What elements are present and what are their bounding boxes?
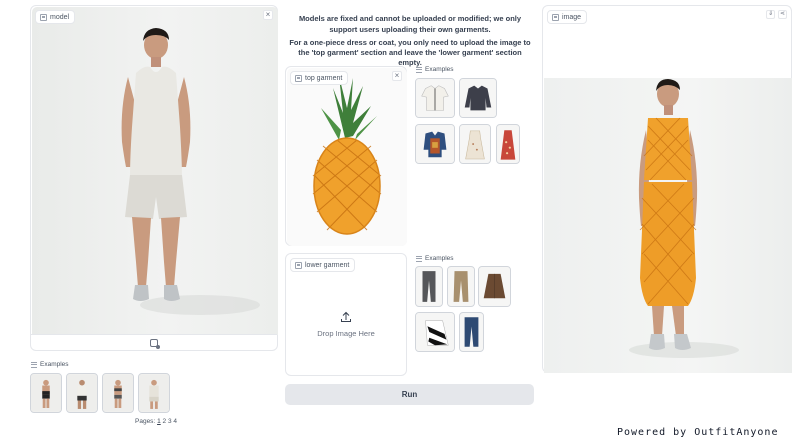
share-icon[interactable]: ⋖ [778,10,787,19]
lower-garment-label: lower garment [290,258,356,272]
list-icon [416,66,422,73]
lower-example-4[interactable] [415,312,455,352]
run-button[interactable]: Run [285,384,534,405]
image-icon [295,74,302,82]
top-garment-label: top garment [290,71,349,85]
pagination: Pages: 1 2 3 4 [135,418,177,425]
image-icon [552,13,559,21]
lower-garment-panel[interactable]: lower garment Drop Image Here [285,253,407,376]
output-panel: image ⇓ ⋖ [542,5,792,373]
top-example-1[interactable] [415,78,455,118]
info-text-1: Models are fixed and cannot be uploaded … [298,14,522,34]
model-example-4[interactable] [138,373,170,413]
info-text-2: For a one-piece dress or coat, you only … [289,38,531,67]
top-example-3[interactable] [415,124,455,164]
drop-label: Drop Image Here [317,328,375,338]
powered-by-text: Powered by OutfitAnyone [617,427,779,438]
upload-icon [341,311,351,322]
model-example-2[interactable] [66,373,98,413]
image-icon [40,13,47,21]
top-garment-image [287,68,407,246]
output-label: image [547,10,588,24]
lower-examples-header: Examples [416,255,454,262]
model-close-icon[interactable]: × [263,10,273,20]
image-icon [295,261,302,269]
page-link-3[interactable]: 3 [168,418,172,425]
page-link-1[interactable]: 1 [157,418,161,425]
lower-example-1[interactable] [415,266,443,307]
model-image [32,7,278,335]
model-example-1[interactable] [30,373,62,413]
top-example-4[interactable] [459,124,491,164]
page-link-2[interactable]: 2 [163,418,167,425]
output-image [544,78,792,373]
lower-example-5[interactable] [459,312,484,352]
list-icon [31,361,37,368]
model-panel: model × [30,5,278,351]
download-icon[interactable]: ⇓ [766,10,775,19]
lower-example-3[interactable] [478,266,511,307]
model-label: model [35,10,76,24]
model-toolbar [31,334,277,350]
lower-garment-dropzone[interactable]: Drop Image Here [286,274,406,374]
top-example-2[interactable] [459,78,497,118]
top-garment-close-icon[interactable]: × [392,71,402,81]
lower-example-2[interactable] [447,266,475,307]
webcam-icon[interactable] [150,338,160,349]
list-icon [416,255,422,262]
model-examples-header: Examples [31,361,69,368]
top-example-5[interactable] [496,124,520,164]
model-example-3[interactable] [102,373,134,413]
top-garment-panel[interactable]: top garment × [285,66,407,246]
top-examples-header: Examples [416,66,454,73]
page-link-4[interactable]: 4 [173,418,177,425]
